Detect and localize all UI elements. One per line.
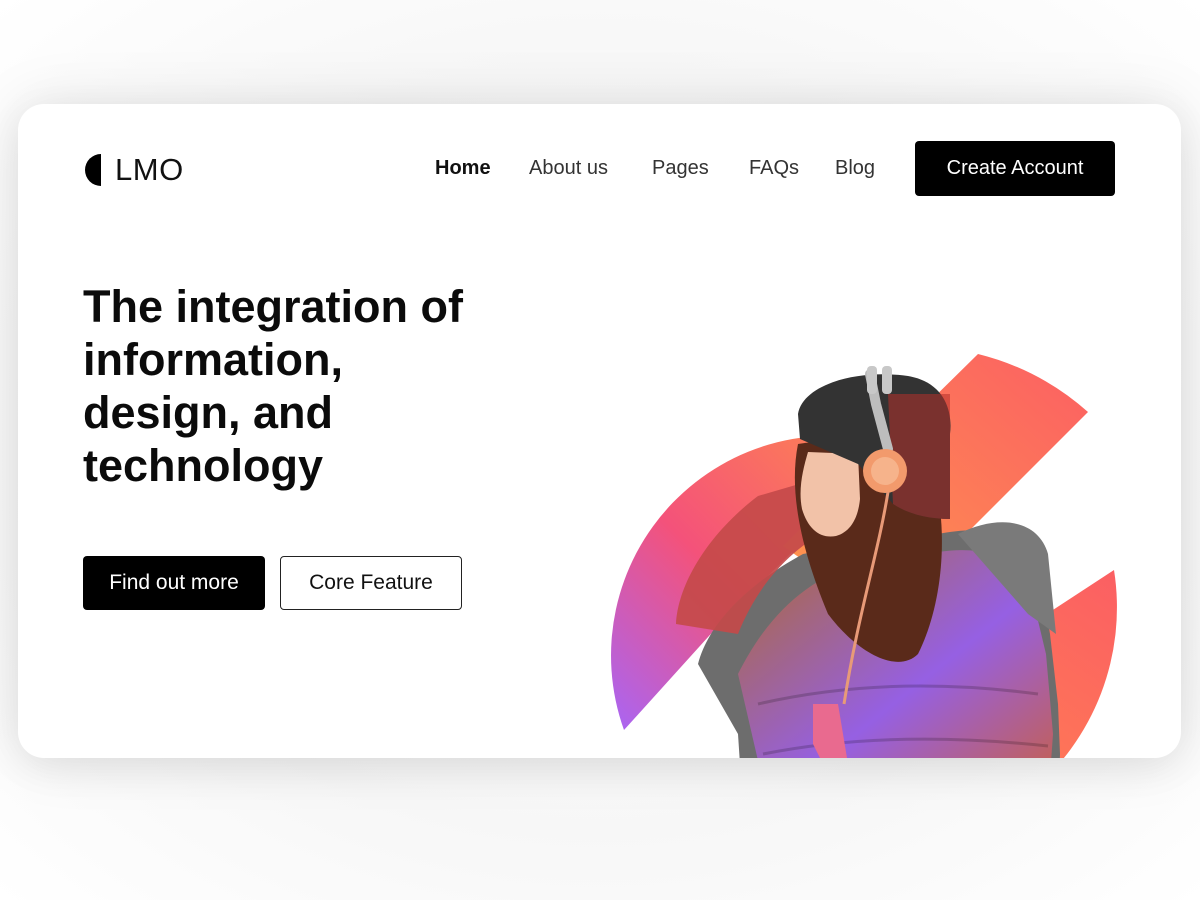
hero-headline: The integration of information, design, …	[83, 280, 503, 492]
headline-line: information,	[83, 334, 343, 385]
headline-line: technology	[83, 440, 324, 491]
nav-item-blog[interactable]: Blog	[835, 157, 875, 180]
core-feature-button[interactable]: Core Feature	[280, 556, 462, 610]
nav-item-about-us[interactable]: About us	[529, 157, 608, 180]
brand-name: LMO	[115, 152, 184, 187]
hero-illustration	[611, 354, 1117, 758]
find-out-more-button[interactable]: Find out more	[83, 556, 265, 610]
face	[800, 452, 860, 537]
nav-item-pages[interactable]: Pages	[652, 157, 709, 180]
create-account-button[interactable]: Create Account	[915, 141, 1115, 196]
brand-logo[interactable]: LMO	[84, 152, 184, 188]
nav-item-home[interactable]: Home	[435, 157, 491, 180]
page-background: LMO Home About us Pages FAQs Blog Create…	[0, 0, 1200, 900]
half-circle-logo-icon	[85, 154, 101, 186]
headline-line: design, and	[83, 387, 334, 438]
headline-line: The integration of	[83, 281, 463, 332]
nav-item-faqs[interactable]: FAQs	[749, 157, 799, 180]
landing-card: LMO Home About us Pages FAQs Blog Create…	[18, 104, 1181, 758]
